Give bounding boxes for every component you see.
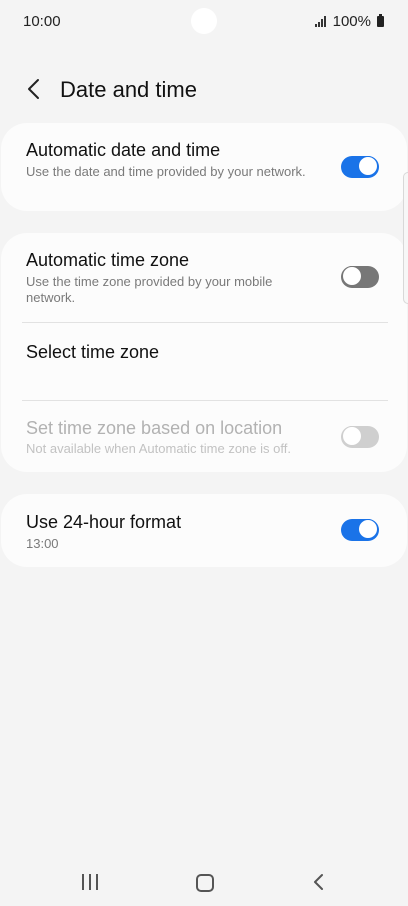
location-timezone-toggle	[341, 426, 379, 448]
card-auto-datetime: Automatic date and time Use the date and…	[1, 123, 407, 211]
card-24h-format: Use 24-hour format 13:00	[1, 494, 407, 567]
front-camera-cutout	[191, 8, 217, 34]
setting-subtitle: 13:00	[26, 536, 59, 551]
setting-auto-datetime[interactable]: Automatic date and time Use the date and…	[1, 123, 407, 211]
battery-icon	[377, 14, 384, 27]
status-time: 10:00	[23, 13, 61, 30]
home-icon[interactable]	[196, 874, 214, 892]
setting-location-timezone: Set time zone based on location Not avai…	[1, 401, 407, 471]
auto-datetime-toggle[interactable]	[341, 156, 379, 178]
card-time-zone: Automatic time zone Use the time zone pr…	[1, 233, 407, 472]
setting-title: Set time zone based on location	[26, 418, 283, 438]
setting-subtitle: Not available when Automatic time zone i…	[26, 441, 291, 456]
setting-title: Use 24-hour format	[26, 512, 182, 532]
edge-panel-handle[interactable]	[403, 172, 408, 304]
setting-title: Automatic date and time	[26, 140, 221, 160]
toggle-knob	[358, 156, 378, 176]
setting-select-timezone[interactable]: Select time zone	[1, 323, 407, 400]
setting-title: Select time zone	[26, 342, 160, 362]
toggle-knob	[342, 266, 362, 286]
signal-icon	[314, 16, 326, 27]
nav-back-icon[interactable]	[312, 872, 326, 892]
auto-timezone-toggle[interactable]	[341, 266, 379, 288]
toggle-knob	[358, 519, 378, 539]
setting-auto-timezone[interactable]: Automatic time zone Use the time zone pr…	[1, 233, 407, 321]
setting-title: Automatic time zone	[26, 250, 190, 270]
battery-percent: 100%	[332, 13, 371, 30]
setting-24h-format[interactable]: Use 24-hour format 13:00	[1, 494, 407, 567]
recent-apps-icon[interactable]	[82, 874, 98, 890]
status-bar: 10:00 100%	[0, 0, 408, 44]
navigation-bar	[0, 858, 408, 906]
back-arrow-icon[interactable]	[24, 76, 44, 102]
app-header: Date and time	[0, 64, 408, 114]
setting-subtitle: Use the date and time provided by your n…	[26, 164, 306, 179]
page-title: Date and time	[60, 77, 197, 102]
24h-format-toggle[interactable]	[341, 519, 379, 541]
status-icons: 100%	[314, 13, 384, 30]
setting-subtitle: Use the time zone provided by your mobil…	[26, 274, 273, 305]
toggle-knob	[342, 426, 362, 446]
